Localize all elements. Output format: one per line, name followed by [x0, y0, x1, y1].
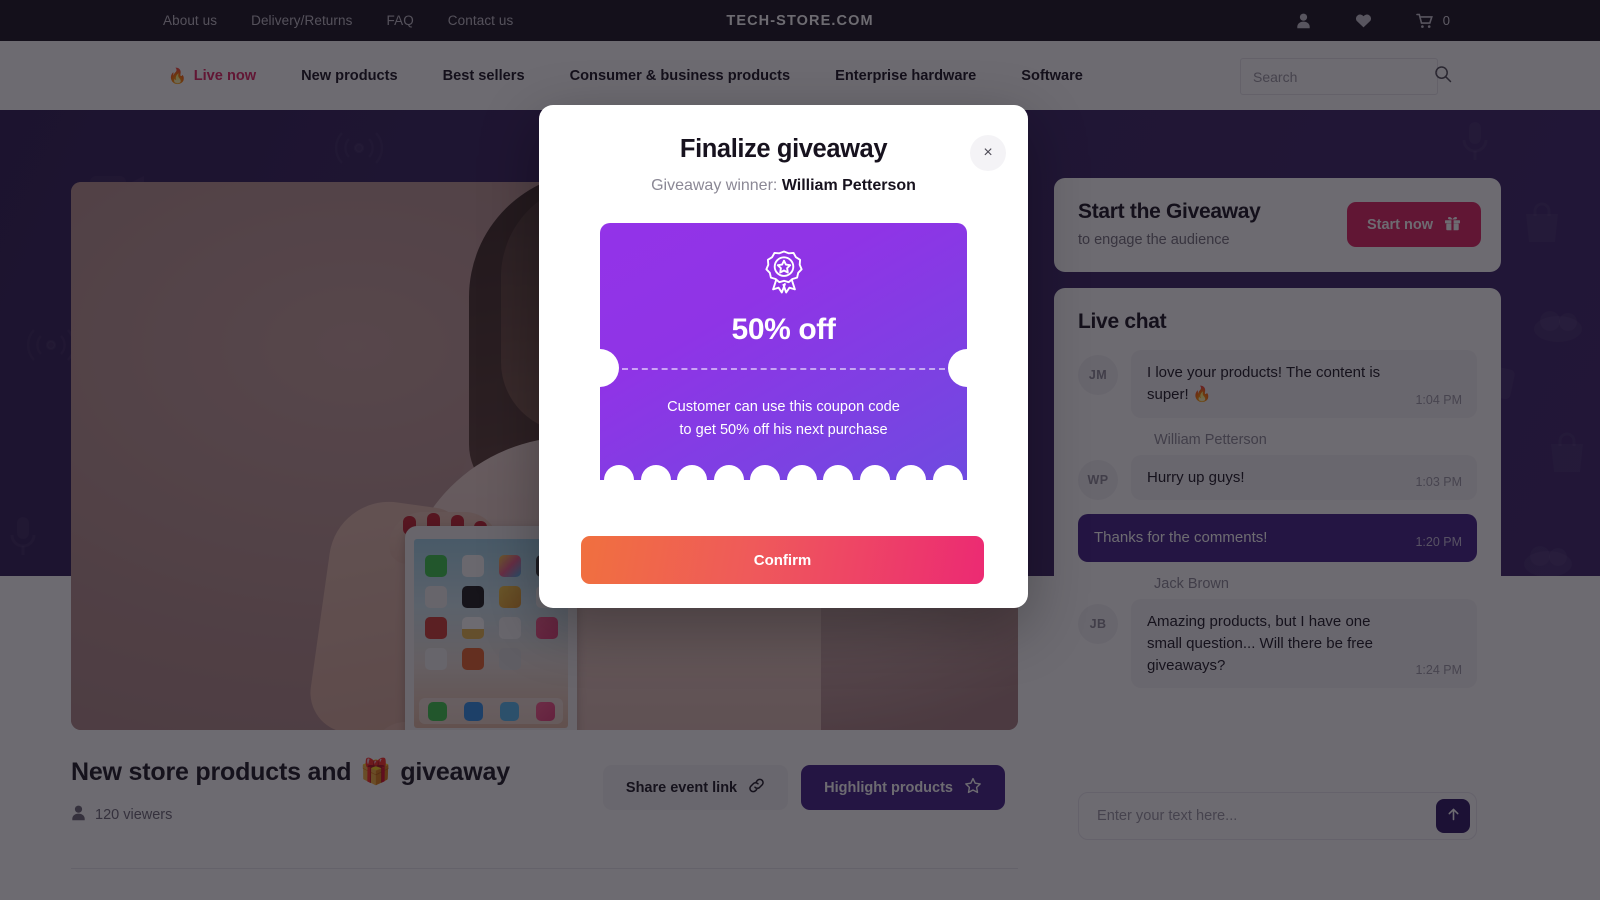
coupon-scalloped-edge	[600, 465, 967, 495]
modal-title: Finalize giveaway	[679, 135, 888, 163]
coupon-discount: 50% off	[731, 313, 836, 346]
confirm-button[interactable]: Confirm	[581, 536, 984, 584]
coupon-note-line1: Customer can use this coupon code	[667, 399, 900, 415]
coupon-note-line2: to get 50% off his next purchase	[679, 421, 888, 438]
close-icon[interactable]: ×	[970, 135, 1006, 171]
coupon-perforation	[622, 368, 945, 370]
winner-name: William Petterson	[781, 177, 916, 194]
finalize-giveaway-modal: Finalize giveaway Giveaway winner: Willi…	[539, 105, 1028, 608]
coupon-note: Customer can use this coupon code to get…	[600, 396, 967, 441]
coupon-notch-right	[948, 349, 968, 387]
award-badge-icon	[600, 249, 967, 301]
coupon-body: 50% off Customer can use this coupon cod…	[599, 223, 968, 495]
coupon-card: 50% off Customer can use this coupon cod…	[599, 223, 968, 495]
winner-label: Giveaway winner:	[651, 177, 778, 194]
coupon-notch-left	[599, 349, 619, 387]
giveaway-winner-line: Giveaway winner: William Petterson	[539, 177, 1028, 195]
